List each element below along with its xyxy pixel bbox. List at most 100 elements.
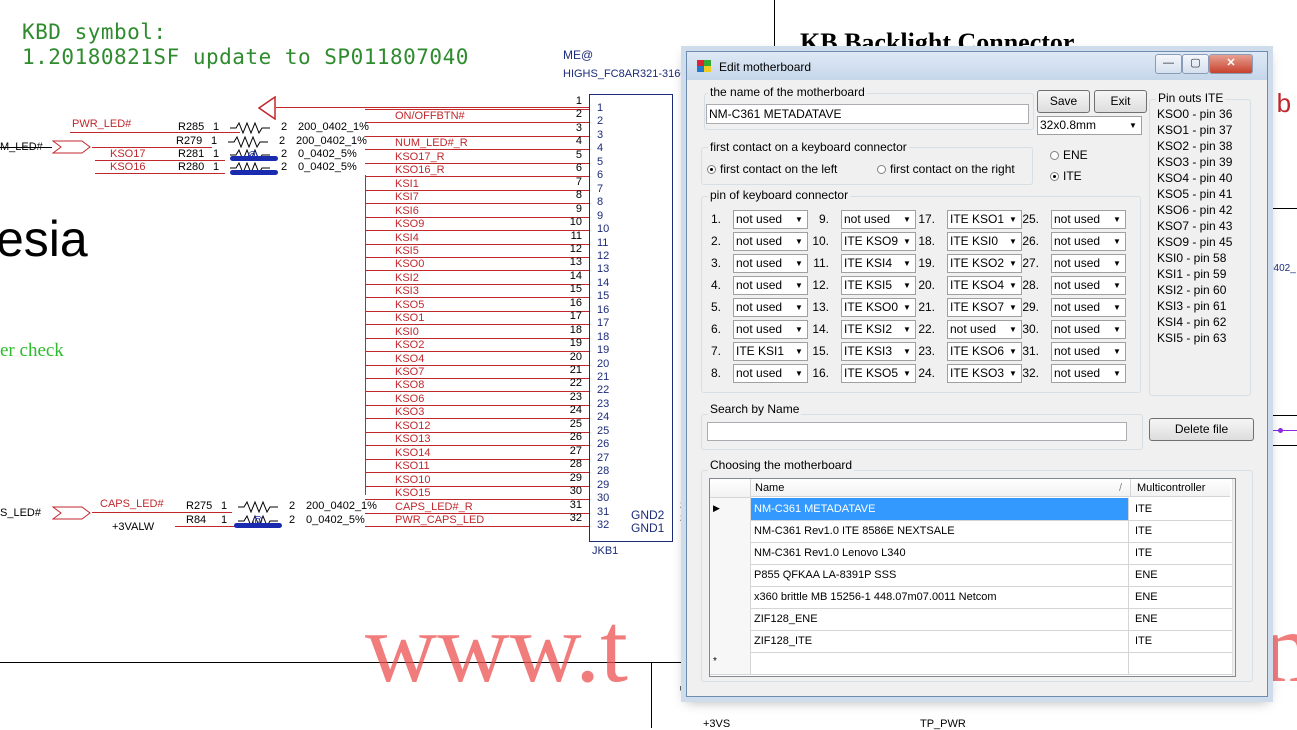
- table-row[interactable]: ZIF128_ITE ITE: [710, 630, 1232, 653]
- pin-select[interactable]: ITE KSO6 ▼: [947, 342, 1022, 361]
- title-bar[interactable]: Edit motherboard — ▢ ✕: [687, 52, 1267, 80]
- pin-number-right: 14: [597, 276, 610, 289]
- pin-select-value: ITE KSI2: [844, 322, 893, 336]
- row-header[interactable]: [710, 520, 751, 542]
- pin-select[interactable]: ITE KSO5 ▼: [841, 364, 916, 383]
- ite-radio[interactable]: ITE: [1050, 169, 1082, 183]
- pin-select[interactable]: not used ▼: [1051, 342, 1126, 361]
- pin-select[interactable]: ITE KSI4 ▼: [841, 254, 916, 273]
- search-input[interactable]: [707, 422, 1127, 441]
- pin-select[interactable]: not used ▼: [1051, 320, 1126, 339]
- row-multicontroller-cell[interactable]: ITE: [1131, 520, 1229, 542]
- row-name-cell[interactable]: ZIF128_ITE: [751, 630, 1129, 652]
- table-row[interactable]: ▶ NM-C361 METADATAVE ITE: [710, 498, 1232, 521]
- pin-select[interactable]: ITE KSI2 ▼: [841, 320, 916, 339]
- scroll-down-icon[interactable]: ▼: [1235, 663, 1236, 672]
- row-name-cell[interactable]: NM-C361 Rev1.0 ITE 8586E NEXTSALE: [751, 520, 1129, 542]
- pin-select[interactable]: ITE KSO0 ▼: [841, 298, 916, 317]
- table-scrollbar[interactable]: ▲ ≡ ▼: [1232, 479, 1236, 676]
- pin-select-value: not used: [736, 234, 783, 248]
- row-header[interactable]: [710, 542, 751, 564]
- pin-select[interactable]: ITE KSI3 ▼: [841, 342, 916, 361]
- sort-icon: /: [1118, 482, 1122, 494]
- pin-select[interactable]: ITE KSO1 ▼: [947, 210, 1022, 229]
- pin-select[interactable]: not used ▼: [733, 254, 808, 273]
- row-multicontroller-cell[interactable]: ENE: [1131, 586, 1229, 608]
- first-contact-right-radio[interactable]: first contact on the right: [877, 162, 1015, 176]
- minimize-button[interactable]: —: [1155, 54, 1182, 74]
- pin-number-right: 12: [597, 249, 610, 262]
- new-row[interactable]: *: [710, 652, 1232, 675]
- pin-select[interactable]: not used ▼: [733, 364, 808, 383]
- row-header[interactable]: [710, 630, 751, 652]
- chevron-down-icon: ▼: [1113, 369, 1121, 378]
- pin-select[interactable]: not used ▼: [1051, 298, 1126, 317]
- table-row[interactable]: P855 QFKAA LA-8391P SSS ENE: [710, 564, 1232, 587]
- close-button[interactable]: ✕: [1209, 54, 1253, 74]
- table-row[interactable]: NM-C361 Rev1.0 Lenovo L340 ITE: [710, 542, 1232, 565]
- pin-select[interactable]: ITE KSI0 ▼: [947, 232, 1022, 251]
- delete-file-button[interactable]: Delete file: [1149, 418, 1254, 441]
- pin-select[interactable]: ITE KSO9 ▼: [841, 232, 916, 251]
- row-multicontroller-cell[interactable]: ENE: [1131, 608, 1229, 630]
- ene-radio[interactable]: ENE: [1050, 148, 1088, 162]
- wire: [175, 526, 235, 527]
- pin-select[interactable]: not used ▼: [733, 276, 808, 295]
- first-contact-left-radio[interactable]: first contact on the left: [707, 162, 837, 176]
- pin-select[interactable]: ITE KSO4 ▼: [947, 276, 1022, 295]
- table-row[interactable]: NM-C361 Rev1.0 ITE 8586E NEXTSALE ITE: [710, 520, 1232, 543]
- resistor-ref: R281: [178, 148, 205, 160]
- column-header-multicontroller[interactable]: Multicontroller: [1131, 479, 1230, 497]
- chevron-down-icon: ▼: [1113, 325, 1121, 334]
- save-button[interactable]: Save: [1037, 90, 1090, 113]
- row-header[interactable]: [710, 586, 751, 608]
- row-name-cell[interactable]: ZIF128_ENE: [751, 608, 1129, 630]
- column-header-name[interactable]: Name /: [751, 479, 1131, 497]
- pin-select[interactable]: not used ▼: [1051, 364, 1126, 383]
- pin-select[interactable]: not used ▼: [841, 210, 916, 229]
- row-multicontroller-cell[interactable]: [1131, 652, 1229, 674]
- scroll-thumb[interactable]: ≡: [1235, 601, 1236, 657]
- pin-select[interactable]: ITE KSO7 ▼: [947, 298, 1022, 317]
- pin-number: 24.: [918, 366, 935, 380]
- pin-select[interactable]: not used ▼: [1051, 276, 1126, 295]
- row-multicontroller-cell[interactable]: ENE: [1131, 564, 1229, 586]
- pin-select[interactable]: ITE KSI5 ▼: [841, 276, 916, 295]
- row-name-cell[interactable]: NM-C361 METADATAVE: [751, 498, 1129, 520]
- pin-select[interactable]: not used ▼: [733, 210, 808, 229]
- pin-select[interactable]: ITE KSO3 ▼: [947, 364, 1022, 383]
- pin-number-left: 29: [569, 471, 582, 484]
- row-multicontroller-cell[interactable]: ITE: [1131, 630, 1229, 652]
- pin-select[interactable]: ITE KSO2 ▼: [947, 254, 1022, 273]
- pin-number-right: 5: [597, 155, 604, 168]
- pin-select[interactable]: not used ▼: [1051, 210, 1126, 229]
- maximize-button[interactable]: ▢: [1182, 54, 1209, 74]
- row-name-cell[interactable]: x360 brittle MB 15256-1 448.07m07.0011 N…: [751, 586, 1129, 608]
- row-header[interactable]: ▶: [710, 498, 751, 520]
- table-row[interactable]: x360 brittle MB 15256-1 448.07m07.0011 N…: [710, 586, 1232, 609]
- row-multicontroller-cell[interactable]: ITE: [1131, 498, 1229, 520]
- pin-number-right: 1: [597, 102, 604, 114]
- connector-size-select[interactable]: 32x0.8mm ▼: [1037, 116, 1142, 135]
- pin-select[interactable]: not used ▼: [1051, 232, 1126, 251]
- row-header[interactable]: [710, 564, 751, 586]
- row-multicontroller-cell[interactable]: ITE: [1131, 542, 1229, 564]
- pin-select[interactable]: not used ▼: [733, 298, 808, 317]
- pin-select[interactable]: not used ▼: [1051, 254, 1126, 273]
- pin-select[interactable]: not used ▼: [947, 320, 1022, 339]
- pin-number-left: 1: [575, 95, 582, 107]
- net-label: KSI7: [395, 191, 419, 204]
- exit-button[interactable]: Exit: [1094, 90, 1147, 113]
- motherboard-name-input[interactable]: NM-C361 METADATAVE: [706, 104, 1029, 124]
- net-label: KSO1: [395, 312, 425, 325]
- row-name-cell[interactable]: NM-C361 Rev1.0 Lenovo L340: [751, 542, 1129, 564]
- table-row[interactable]: ZIF128_ENE ENE: [710, 608, 1232, 631]
- pin-select[interactable]: ITE KSI1 ▼: [733, 342, 808, 361]
- row-header[interactable]: [710, 608, 751, 630]
- row-name-cell[interactable]: [751, 652, 1129, 674]
- pin-select[interactable]: not used ▼: [733, 232, 808, 251]
- scroll-up-icon[interactable]: ▲: [1235, 480, 1236, 489]
- row-name-cell[interactable]: P855 QFKAA LA-8391P SSS: [751, 564, 1129, 586]
- pin-select[interactable]: not used ▼: [733, 320, 808, 339]
- row-header[interactable]: *: [710, 652, 751, 674]
